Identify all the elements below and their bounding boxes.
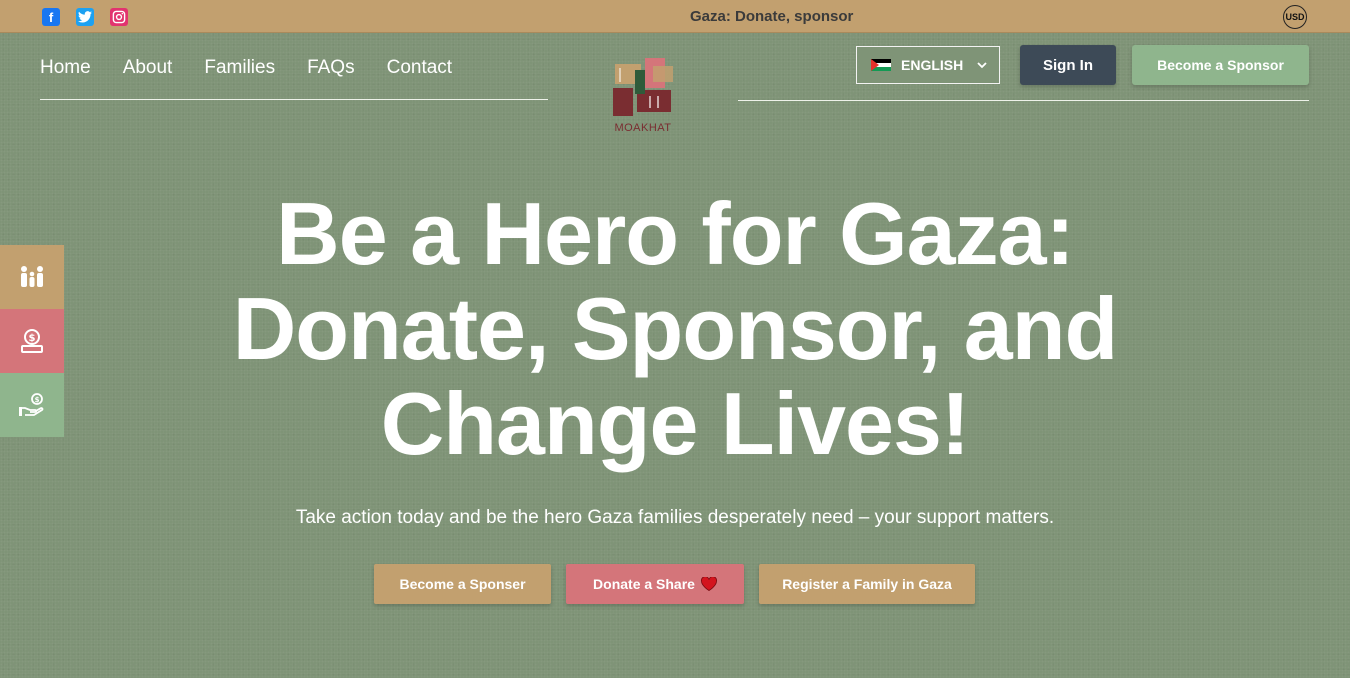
nav-divider-left (40, 99, 548, 100)
signin-button[interactable]: Sign In (1020, 45, 1116, 85)
cta-become-sponser-button[interactable]: Become a Sponser (374, 564, 551, 604)
family-icon (21, 266, 43, 287)
side-families-button[interactable] (0, 245, 64, 309)
heart-icon (701, 577, 717, 591)
cta-register-family-button[interactable]: Register a Family in Gaza (759, 564, 975, 604)
cta-donate-share-button[interactable]: Donate a Share (566, 564, 744, 604)
nav-families[interactable]: Families (204, 56, 275, 80)
cta-become-sponser-label: Become a Sponser (399, 576, 526, 592)
side-sponsor-button[interactable]: $ (0, 373, 64, 437)
ticker: Gaza: Donate, sponsor (690, 6, 858, 28)
cta-register-family-label: Register a Family in Gaza (782, 576, 952, 592)
palestine-flag-icon (871, 59, 891, 71)
hero-title: Be a Hero for Gaza: Donate, Sponsor, and… (175, 186, 1175, 471)
nav-home[interactable]: Home (40, 56, 91, 80)
cta-donate-share-label: Donate a Share (593, 576, 695, 592)
twitter-icon[interactable] (76, 8, 94, 26)
logo-text: MOAKHAT (614, 122, 672, 134)
chevron-down-icon (977, 58, 987, 72)
svg-text:$: $ (29, 333, 36, 344)
language-selector[interactable]: ENGLISH (856, 46, 1000, 84)
instagram-camera-icon (112, 10, 126, 24)
currency-selector[interactable]: USD (1283, 5, 1307, 29)
language-label: ENGLISH (901, 57, 964, 73)
hero-subtitle: Take action today and be the hero Gaza f… (295, 507, 1055, 528)
hero-title-line-1: Be a Hero for Gaza: (276, 184, 1075, 283)
top-bar: f Gaza: Donate, sponsor USD (0, 0, 1350, 33)
become-sponsor-button[interactable]: Become a Sponsor (1132, 45, 1309, 85)
instagram-icon[interactable] (110, 8, 128, 26)
nav-about[interactable]: About (123, 56, 173, 80)
nav-faqs[interactable]: FAQs (307, 56, 355, 80)
side-donate-button[interactable]: $ (0, 309, 64, 373)
ticker-text: Gaza: Donate, sponsor (690, 8, 854, 25)
hero-title-line-2: Donate, Sponsor, and (232, 279, 1119, 378)
main-nav: Home About Families FAQs Contact (40, 56, 452, 80)
hero-title-line-3: Change Lives! (380, 374, 970, 473)
nav-divider-right (738, 100, 1309, 101)
nav-contact[interactable]: Contact (387, 56, 452, 80)
svg-text:$: $ (35, 396, 40, 404)
facebook-glyph: f (48, 9, 54, 25)
logo[interactable]: MOAKHAT (609, 56, 677, 136)
facebook-icon[interactable]: f (42, 8, 60, 26)
twitter-bird-icon (78, 11, 92, 23)
hand-coin-icon: $ (19, 393, 44, 416)
logo-mark (613, 58, 673, 116)
donation-box-icon: $ (21, 329, 43, 353)
